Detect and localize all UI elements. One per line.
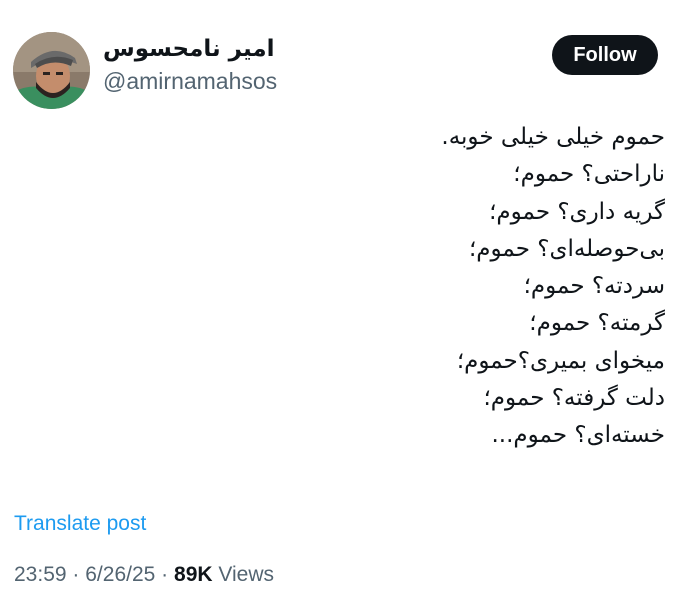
tweet-line: حموم خیلی خیلی خوبه. bbox=[441, 124, 665, 150]
translate-post-link[interactable]: Translate post bbox=[14, 511, 146, 537]
views-label: Views bbox=[218, 563, 275, 586]
tweet-line: میخوای بمیری؟حموم؛ bbox=[456, 347, 665, 374]
avatar[interactable] bbox=[13, 32, 90, 109]
views-count: 89K bbox=[174, 563, 213, 586]
follow-button[interactable]: Follow bbox=[552, 35, 658, 75]
tweet-line: خسته‌ای؟ حموم... bbox=[491, 422, 666, 449]
tweet-text: حموم خیلی خیلی خوبه. ناراحتی؟ حموم؛ گریه… bbox=[145, 119, 665, 455]
author-block[interactable]: امیر نامحسوس @amirnamahsos bbox=[103, 34, 277, 95]
tweet-line: دلت گرفته؟ حموم؛ bbox=[483, 385, 665, 412]
tweet-line: بی‌حوصله‌ای؟ حموم؛ bbox=[468, 235, 665, 262]
tweet-line: گرمته؟ حموم؛ bbox=[529, 310, 665, 337]
author-display-name[interactable]: امیر نامحسوس bbox=[103, 34, 277, 64]
tweet-time[interactable]: 23:59 bbox=[14, 563, 67, 586]
avatar-image bbox=[13, 32, 90, 109]
author-handle[interactable]: @amirnamahsos bbox=[103, 67, 277, 95]
meta-separator: · bbox=[161, 563, 169, 586]
tweet-meta: 23:59 · 6/26/25 · 89K Views bbox=[14, 562, 274, 588]
meta-separator: · bbox=[72, 563, 80, 586]
tweet-line: سردته؟ حموم؛ bbox=[523, 273, 665, 300]
tweet-line: گریه داری؟ حموم؛ bbox=[489, 198, 665, 225]
tweet-date[interactable]: 6/26/25 bbox=[85, 563, 155, 586]
tweet-line: ناراحتی؟ حموم؛ bbox=[513, 161, 665, 188]
